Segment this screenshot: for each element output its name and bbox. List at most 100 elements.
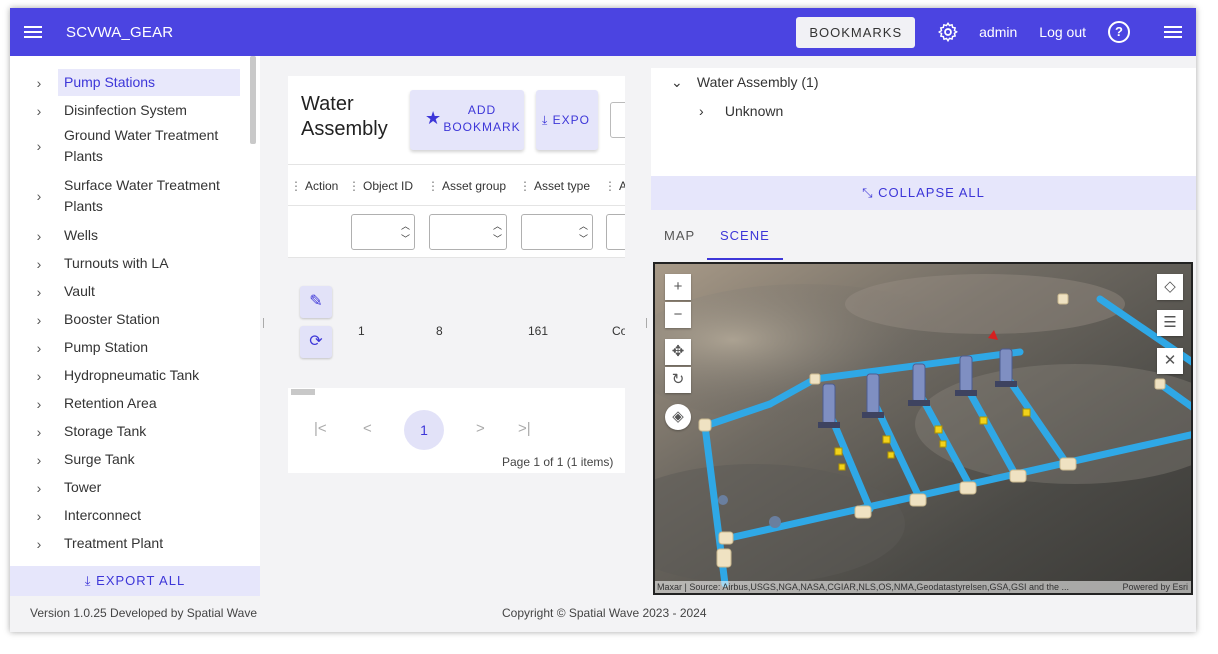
tree-scrollbar[interactable] xyxy=(250,56,256,144)
tree-item[interactable]: ›Pump Station xyxy=(10,334,250,361)
column-grip-icon: ⋮ xyxy=(604,179,616,193)
next-page-icon[interactable]: > xyxy=(476,420,485,437)
tree-item[interactable]: ›Wells xyxy=(10,222,250,249)
export-button[interactable]: ⤓ EXPO xyxy=(536,90,598,150)
tree-item[interactable]: ›Booster Station xyxy=(10,306,250,333)
tree-item[interactable]: ›Storage Tank xyxy=(10,418,250,445)
tab-map[interactable]: MAP xyxy=(651,210,708,260)
zoom-in-icon[interactable]: + xyxy=(665,274,691,300)
chevron-right-icon: › xyxy=(28,340,50,356)
add-bookmark-label: ADD BOOKMARK xyxy=(442,102,522,136)
tree-item[interactable]: ›Turnouts with LA xyxy=(10,250,250,277)
asset-table-panel: Water Assembly ★ ADD BOOKMARK ⤓ EXPO ⋮Ac… xyxy=(288,76,625,473)
tree-item-label: Vault xyxy=(58,278,101,305)
tree-item[interactable]: ›Pump Stations xyxy=(10,69,250,96)
column-header[interactable]: ⋮Asset group xyxy=(427,179,506,193)
column-header[interactable]: ⋮Asset type xyxy=(519,179,590,193)
export-all-button[interactable]: ⤓ EXPORT ALL xyxy=(10,566,260,596)
asset-type-cell: 161 xyxy=(528,324,548,338)
table-header-row: ⋮Action ⋮Object ID ⋮Asset group ⋮Asset t… xyxy=(288,164,625,206)
table-title: Water Assembly xyxy=(301,92,401,142)
user-name[interactable]: admin xyxy=(979,24,1017,40)
chevron-right-icon: › xyxy=(28,452,50,468)
column-grip-icon: ⋮ xyxy=(348,179,360,193)
tree-item-label: Turnouts with LA xyxy=(58,250,175,277)
add-bookmark-button[interactable]: ★ ADD BOOKMARK xyxy=(410,90,524,150)
tree-item[interactable]: › Treatment Plant xyxy=(10,530,250,557)
layers-icon[interactable]: ◇ xyxy=(1157,274,1183,300)
tree-item-label: Treatment Plant xyxy=(58,530,169,557)
help-icon[interactable]: ? xyxy=(1108,21,1130,43)
zoom-out-icon[interactable]: − xyxy=(665,302,691,328)
tree-item[interactable]: ›Vault xyxy=(10,278,250,305)
collapse-all-button[interactable]: ⤡ COLLAPSE ALL xyxy=(651,176,1196,210)
panel-resize-handle[interactable] xyxy=(646,318,647,328)
tree-item-label: Retention Area xyxy=(58,390,163,417)
list-icon[interactable]: ☰ xyxy=(1157,310,1183,336)
chevron-right-icon: › xyxy=(28,536,50,552)
edit-icon[interactable]: ✎ xyxy=(300,286,332,318)
prev-page-icon[interactable]: < xyxy=(363,420,372,437)
tree-item[interactable]: ›Surge Tank xyxy=(10,446,250,473)
table-row[interactable]: ✎ ⟳ 1 8 161 Co xyxy=(288,258,625,388)
tree-item[interactable]: ›Disinfection System xyxy=(10,97,250,124)
chevron-right-icon: › xyxy=(28,228,50,244)
close-icon[interactable]: ✕ xyxy=(1157,348,1183,374)
page-info: Page 1 of 1 (1 items) xyxy=(502,455,613,469)
tree-node-unknown[interactable]: › Unknown xyxy=(699,103,783,119)
tree-item[interactable]: ›Tower xyxy=(10,474,250,501)
refresh-icon[interactable]: ⟳ xyxy=(300,326,332,358)
chevron-right-icon: › xyxy=(28,424,50,440)
app-title: SCVWA_GEAR xyxy=(66,24,173,41)
asset-filter[interactable] xyxy=(606,214,625,250)
last-page-icon[interactable]: >| xyxy=(518,420,531,437)
download-icon: ⤓ xyxy=(542,113,548,127)
filter-row: ︿﹀ ︿﹀ ︿﹀ xyxy=(288,206,625,258)
version-text: Version 1.0.25 Developed by Spatial Wave xyxy=(30,606,257,620)
column-grip-icon: ⋮ xyxy=(519,179,531,193)
asset-tree: ›Pump Stations›Disinfection System›Groun… xyxy=(10,56,250,566)
rotate-icon[interactable]: ↻ xyxy=(665,367,691,393)
chevron-right-icon: › xyxy=(28,508,50,524)
selection-tree: ⌄ Water Assembly (1) › Unknown xyxy=(651,68,1196,176)
tree-item-label: Booster Station xyxy=(58,306,166,333)
tree-node-water-assembly[interactable]: ⌄ Water Assembly (1) xyxy=(671,74,819,91)
object-id-filter[interactable]: ︿﹀ xyxy=(351,214,415,250)
column-header[interactable]: ⋮Object ID xyxy=(348,179,413,193)
asset-group-filter[interactable]: ︿﹀ xyxy=(429,214,507,250)
current-page-button[interactable]: 1 xyxy=(404,410,444,450)
tree-item[interactable]: ›Retention Area xyxy=(10,390,250,417)
scene-canvas xyxy=(655,264,1193,595)
tree-item-label: Hydropneumatic Tank xyxy=(58,362,205,389)
top-app-bar: SCVWA_GEAR BOOKMARKS admin Log out ? xyxy=(10,8,1196,56)
export-label: EXPO xyxy=(553,113,590,127)
asset-type-filter[interactable]: ︿﹀ xyxy=(521,214,593,250)
download-icon: ⤓ xyxy=(85,573,92,588)
gear-icon[interactable] xyxy=(937,21,959,43)
scene-view[interactable]: + − ✥ ↻ ◈ ◇ ☰ ✕ Maxar | Source: Airbus,U… xyxy=(653,262,1193,595)
chevron-right-icon: › xyxy=(28,368,50,384)
tree-item[interactable]: › Hydropneumatic Tank xyxy=(10,362,250,389)
search-input[interactable] xyxy=(610,102,625,138)
tree-item[interactable]: ›Ground Water Treatment Plants xyxy=(10,122,250,170)
pan-icon[interactable]: ✥ xyxy=(665,339,691,365)
first-page-icon[interactable]: |< xyxy=(314,420,327,437)
more-menu-icon[interactable] xyxy=(1164,24,1182,40)
menu-icon[interactable] xyxy=(24,24,44,40)
chevron-right-icon: › xyxy=(28,103,50,119)
collapse-icon: ⤡ xyxy=(862,185,873,200)
tab-scene[interactable]: SCENE xyxy=(707,210,783,260)
asset-tree-panel: ›Pump Stations›Disinfection System›Groun… xyxy=(10,56,260,596)
chevron-right-icon: › xyxy=(28,188,50,204)
tree-item[interactable]: ›Interconnect xyxy=(10,502,250,529)
logout-link[interactable]: Log out xyxy=(1039,24,1086,40)
panel-resize-handle[interactable] xyxy=(263,318,264,328)
column-header[interactable]: ⋮Action xyxy=(290,179,338,193)
column-grip-icon: ⋮ xyxy=(290,179,302,193)
horizontal-scrollbar[interactable] xyxy=(291,389,315,395)
bookmarks-button[interactable]: BOOKMARKS xyxy=(796,17,915,48)
compass-icon[interactable]: ◈ xyxy=(665,404,691,430)
tree-item-label: Pump Stations xyxy=(58,69,240,96)
tree-item[interactable]: ›Surface Water Treatment Plants xyxy=(10,172,250,220)
column-header[interactable]: ⋮As xyxy=(604,179,625,193)
